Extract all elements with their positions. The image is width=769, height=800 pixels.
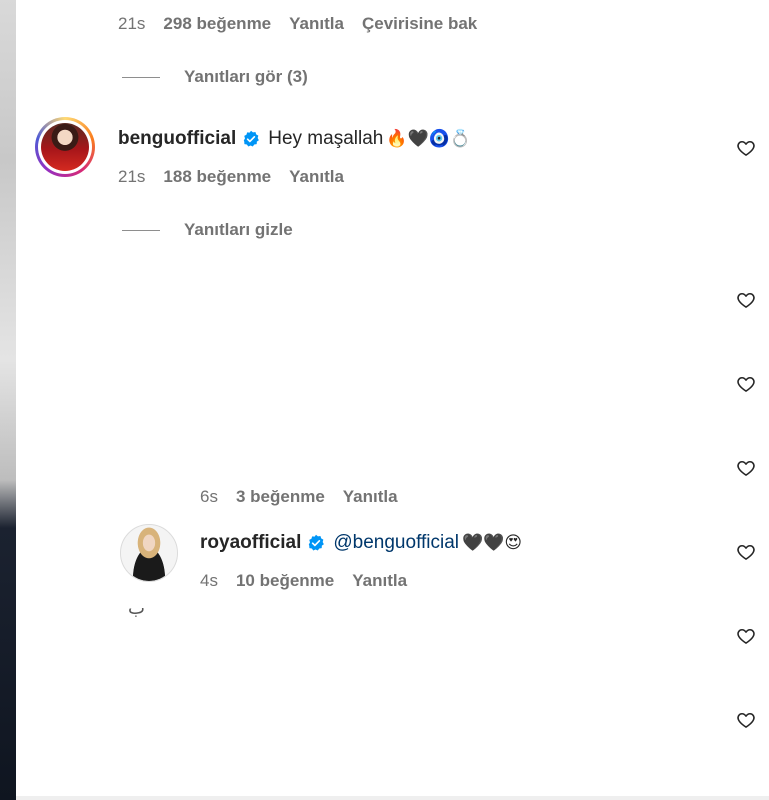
like-heart-icon[interactable] <box>736 542 756 562</box>
hide-replies-label: Yanıtları gizle <box>184 220 293 239</box>
like-heart-icon[interactable] <box>736 374 756 394</box>
like-heart-icon[interactable] <box>736 290 756 310</box>
like-heart-icon[interactable] <box>736 710 756 730</box>
comment-benguofficial: benguofficial Hey maşallah 🔥🖤🧿💍 <box>118 128 471 150</box>
username-link[interactable]: royaofficial <box>200 532 301 554</box>
hide-replies-button[interactable]: Yanıtları gizle <box>122 220 293 240</box>
scribble-mark: ب <box>128 598 145 618</box>
comment-meta-previous: 21s 298 beğenme Yanıtla Çevirisine bak <box>118 14 495 34</box>
like-heart-icon[interactable] <box>736 626 756 646</box>
comment-time: 6s <box>200 487 218 506</box>
comment-emojis: 🖤🖤😍 <box>462 533 523 553</box>
comment-likes-link[interactable]: 188 beğenme <box>163 167 271 187</box>
comment-royaofficial: royaofficial @benguofficial 🖤🖤😍 <box>200 532 522 554</box>
replies-divider <box>122 76 160 78</box>
avatar-photo <box>121 525 177 581</box>
comment-time: 21s <box>118 14 146 33</box>
comment-emojis: 🔥🖤🧿💍 <box>386 129 472 149</box>
comment-time: 4s <box>200 571 218 590</box>
like-heart-icon[interactable] <box>736 458 756 478</box>
verified-badge-icon <box>307 534 325 552</box>
show-replies-button[interactable]: Yanıtları gör (3) <box>122 67 308 87</box>
reply-button[interactable]: Yanıtla <box>289 14 344 34</box>
avatar-photo <box>41 123 89 171</box>
comment-meta-royaofficial: 4s 10 beğenme Yanıtla <box>200 571 425 591</box>
comment-time: 21s <box>118 167 146 186</box>
like-heart-icon[interactable] <box>736 138 756 158</box>
verified-badge-icon <box>242 130 260 148</box>
reply-button[interactable]: Yanıtla <box>289 167 344 187</box>
username-link[interactable]: benguofficial <box>118 128 236 150</box>
mention-link[interactable]: @benguofficial <box>333 532 459 554</box>
avatar-benguofficial[interactable] <box>35 117 95 177</box>
post-image-edge <box>0 0 16 800</box>
reply-button[interactable]: Yanıtla <box>352 571 407 591</box>
replies-divider <box>122 229 160 231</box>
comment-meta-benguofficial: 21s 188 beğenme Yanıtla <box>118 167 362 187</box>
translate-button[interactable]: Çevirisine bak <box>362 14 477 34</box>
reply-meta-partial: 6s 3 beğenme Yanıtla <box>200 487 416 507</box>
avatar-royaofficial[interactable] <box>120 524 178 582</box>
comment-likes-link[interactable]: 3 beğenme <box>236 487 325 507</box>
comment-text: Hey maşallah <box>268 128 384 149</box>
reply-button[interactable]: Yanıtla <box>343 487 398 507</box>
bottom-divider <box>16 796 769 800</box>
comment-likes-link[interactable]: 10 beğenme <box>236 571 334 591</box>
show-replies-label: Yanıtları gör (3) <box>184 67 308 86</box>
comment-likes-link[interactable]: 298 beğenme <box>163 14 271 34</box>
